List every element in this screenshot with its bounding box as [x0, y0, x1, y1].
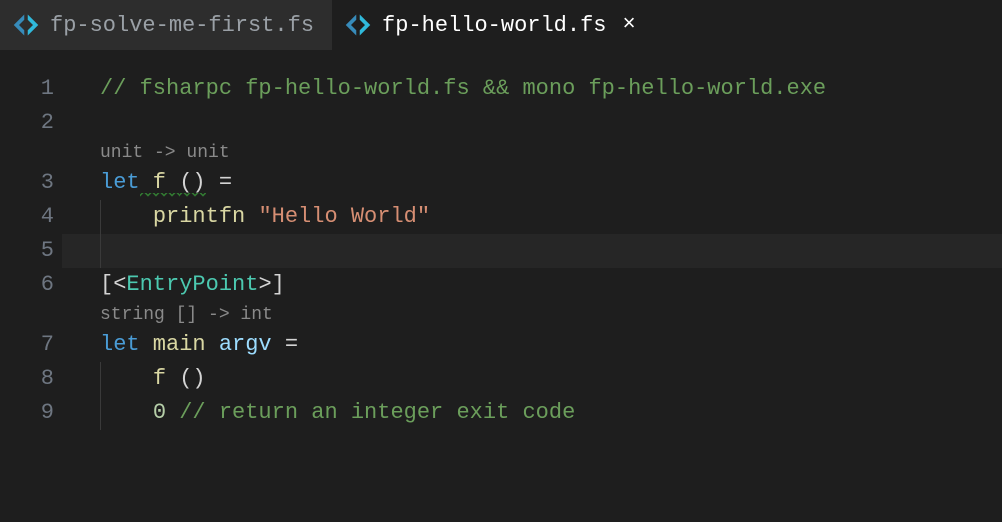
indent [100, 238, 153, 263]
code-line: 4 printfn "Hello World" [0, 200, 1002, 234]
line-number: 7 [0, 328, 62, 362]
code-line: 9 0 // return an integer exit code [0, 396, 1002, 430]
indent [100, 366, 153, 391]
line-number: . [0, 302, 62, 328]
code-content[interactable]: [<EntryPoint>] [62, 268, 1002, 302]
line-number: 2 [0, 106, 62, 140]
line-number: 5 [0, 234, 62, 268]
code-line: 6 [<EntryPoint>] [0, 268, 1002, 302]
code-content[interactable]: let f () = [62, 166, 1002, 200]
comment-token: // fsharpc fp-hello-world.fs && mono fp-… [100, 76, 826, 101]
code-line: 3 let f () = [0, 166, 1002, 200]
function-token: f [153, 366, 179, 391]
line-number: 6 [0, 268, 62, 302]
line-number: 4 [0, 200, 62, 234]
comment-token: // return an integer exit code [179, 400, 575, 425]
keyword-token: let [100, 170, 140, 195]
keyword-token: let [100, 332, 140, 357]
line-number: . [0, 140, 62, 166]
type-hint: unit -> unit [62, 140, 1002, 166]
close-icon[interactable]: × [622, 14, 635, 36]
function-token: f [140, 170, 180, 197]
code-content[interactable] [62, 234, 1002, 268]
punct-token: = [206, 170, 232, 195]
indent [100, 204, 153, 229]
attribute-token: EntryPoint [126, 272, 258, 297]
tab-bar: fp-solve-me-first.fs fp-hello-world.fs × [0, 0, 1002, 50]
fsharp-icon [344, 11, 372, 39]
string-token: "Hello World" [258, 204, 430, 229]
punct-token: = [272, 332, 298, 357]
code-content[interactable]: 0 // return an integer exit code [62, 396, 1002, 430]
line-number: 1 [0, 72, 62, 106]
code-editor[interactable]: 1 // fsharpc fp-hello-world.fs && mono f… [0, 50, 1002, 430]
code-line: 5 [0, 234, 1002, 268]
line-number: 3 [0, 166, 62, 200]
space [166, 400, 179, 425]
code-content[interactable]: let main argv = [62, 328, 1002, 362]
inlay-hint-row: . unit -> unit [0, 140, 1002, 166]
indent [100, 400, 153, 425]
line-number: 9 [0, 396, 62, 430]
code-content[interactable]: // fsharpc fp-hello-world.fs && mono fp-… [62, 72, 1002, 106]
function-token: main [140, 332, 219, 357]
code-line: 2 [0, 106, 1002, 140]
punct-token: [< [100, 272, 126, 297]
number-token: 0 [153, 400, 166, 425]
tab-label: fp-hello-world.fs [382, 13, 606, 38]
code-content[interactable]: printfn "Hello World" [62, 200, 1002, 234]
tab-fp-hello-world[interactable]: fp-hello-world.fs × [332, 0, 654, 50]
punct-token: () [179, 170, 205, 197]
code-line: 1 // fsharpc fp-hello-world.fs && mono f… [0, 72, 1002, 106]
tab-fp-solve-me-first[interactable]: fp-solve-me-first.fs [0, 0, 332, 50]
identifier-token: argv [219, 332, 272, 357]
tab-label: fp-solve-me-first.fs [50, 13, 314, 38]
function-token: printfn [153, 204, 259, 229]
code-line: 7 let main argv = [0, 328, 1002, 362]
punct-token: () [179, 366, 205, 391]
code-line: 8 f () [0, 362, 1002, 396]
type-hint: string [] -> int [62, 302, 1002, 328]
line-number: 8 [0, 362, 62, 396]
fsharp-icon [12, 11, 40, 39]
inlay-hint-row: . string [] -> int [0, 302, 1002, 328]
code-content[interactable]: f () [62, 362, 1002, 396]
punct-token: >] [258, 272, 284, 297]
